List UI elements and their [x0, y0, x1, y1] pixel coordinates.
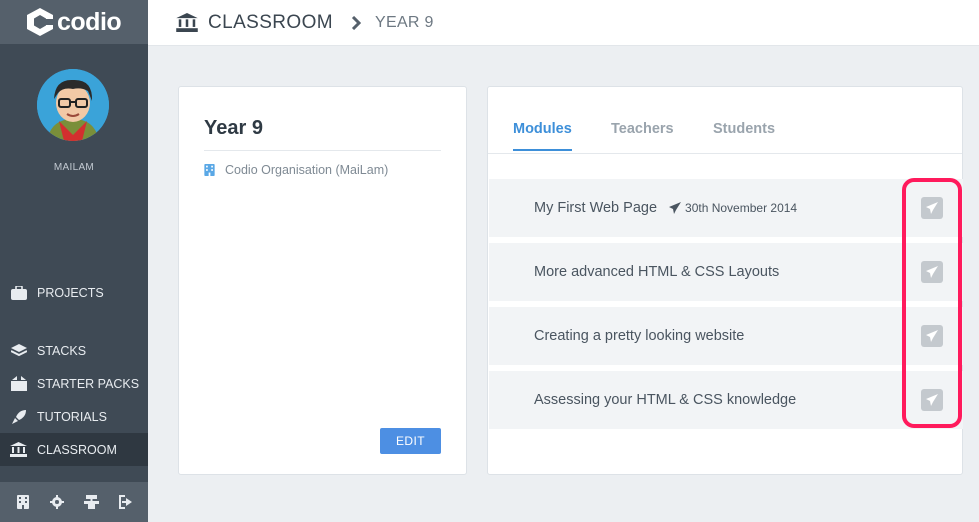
sidebar-item-label: TUTORIALS	[37, 409, 107, 424]
module-row[interactable]: More advanced HTML & CSS Layouts	[489, 243, 963, 301]
sidebar-item-projects[interactable]: PROJECTS	[0, 276, 148, 309]
sidebar-item-label: STACKS	[37, 343, 87, 358]
avatar[interactable]	[37, 69, 109, 141]
sidebar-footer	[0, 482, 148, 522]
building-icon	[204, 164, 215, 176]
sitemap-icon[interactable]	[81, 492, 101, 512]
modules-card: Modules Teachers Students My First Web P…	[487, 86, 963, 475]
logo-text: codio	[57, 7, 122, 36]
briefcase-icon	[10, 284, 27, 301]
institution-icon	[10, 441, 27, 458]
module-row[interactable]: Assessing your HTML & CSS knowledge	[489, 371, 963, 429]
module-title: Creating a pretty looking website	[534, 328, 745, 344]
tab-students[interactable]: Students	[713, 121, 775, 149]
layers-icon	[10, 342, 27, 359]
sidebar-item-classroom[interactable]: CLASSROOM	[0, 433, 148, 466]
tab-modules[interactable]: Modules	[513, 121, 572, 151]
header-breadcrumb: CLASSROOM YEAR 9	[148, 0, 979, 46]
module-date: 30th November 2014	[669, 201, 797, 215]
paper-plane-icon	[669, 202, 682, 214]
box-icon	[10, 375, 27, 392]
sidebar-item-starter-packs[interactable]: STARTER PACKS	[0, 367, 148, 400]
tab-teachers[interactable]: Teachers	[611, 121, 674, 149]
building-icon[interactable]	[13, 492, 33, 512]
sidebar-item-stacks[interactable]: STACKS	[0, 334, 148, 367]
rocket-icon	[10, 408, 27, 425]
codio-logo-icon	[26, 7, 54, 37]
organisation: Codio Organisation (MaiLam)	[204, 163, 388, 177]
sign-out-icon[interactable]	[115, 492, 135, 512]
sidebar: codio MAILAM PROJECTS STACKS STARTER PAC…	[0, 0, 148, 522]
module-title: More advanced HTML & CSS Layouts	[534, 264, 780, 280]
divider	[204, 150, 441, 151]
edit-button[interactable]: EDIT	[380, 428, 441, 454]
username: MAILAM	[53, 162, 95, 173]
chevron-right-icon	[351, 15, 362, 30]
module-title: My First Web Page	[534, 200, 658, 216]
institution-icon	[176, 13, 198, 32]
module-date-text: 30th November 2014	[685, 201, 798, 215]
breadcrumb-classroom[interactable]: CLASSROOM	[208, 12, 333, 34]
class-card: Year 9 Codio Organisation (MaiLam) EDIT	[178, 86, 467, 475]
sidebar-item-label: STARTER PACKS	[37, 376, 140, 391]
module-title: Assessing your HTML & CSS knowledge	[534, 392, 797, 408]
module-row[interactable]: Creating a pretty looking website	[489, 307, 963, 365]
gear-icon[interactable]	[47, 492, 67, 512]
logo[interactable]: codio	[0, 0, 148, 44]
sidebar-item-label: PROJECTS	[37, 285, 104, 300]
sidebar-item-label: CLASSROOM	[37, 442, 117, 457]
sidebar-item-tutorials[interactable]: TUTORIALS	[0, 400, 148, 433]
tab-bar: Modules Teachers Students	[488, 87, 962, 154]
breadcrumb-year: YEAR 9	[375, 13, 434, 31]
module-row[interactable]: My First Web Page 30th November 2014	[489, 179, 963, 237]
class-title: Year 9	[204, 117, 263, 139]
highlight-annotation	[902, 178, 962, 428]
organisation-name: Codio Organisation (MaiLam)	[225, 163, 389, 177]
